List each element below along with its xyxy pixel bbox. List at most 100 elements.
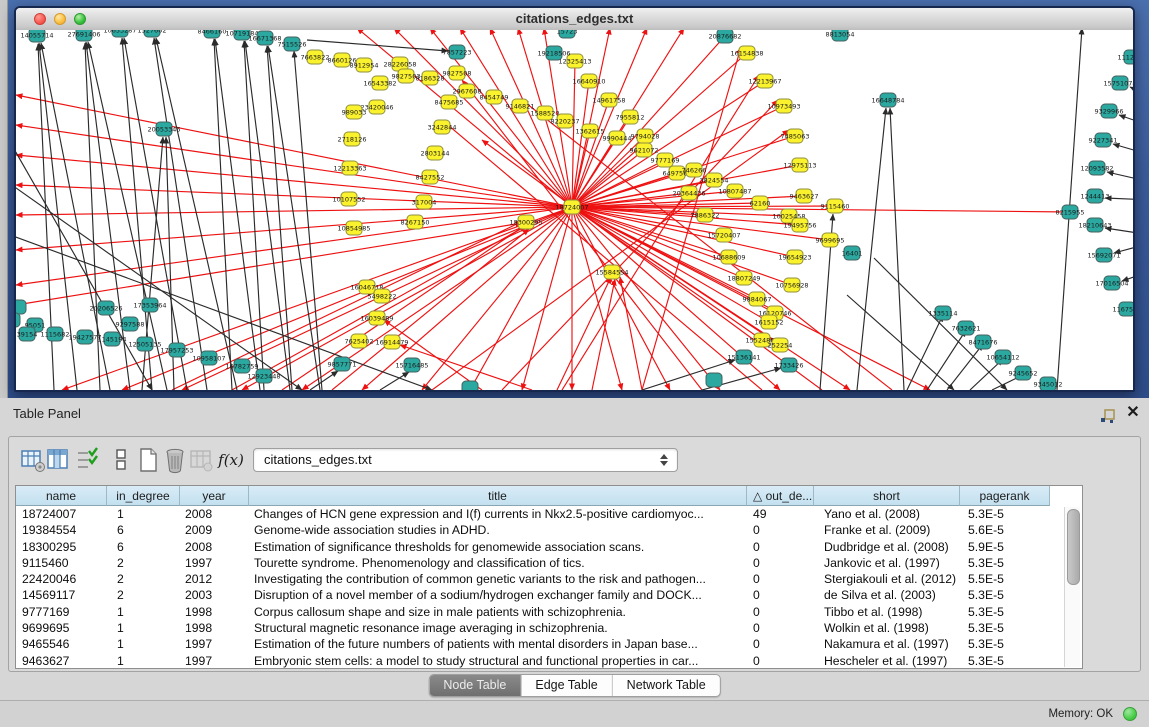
table-row[interactable]: 911546021997Tourette syndrome. Phenomeno… bbox=[16, 555, 1050, 571]
graph-node[interactable]: 2803144 bbox=[421, 146, 450, 160]
graph-node[interactable]: 8471676 bbox=[969, 335, 998, 349]
graph-node[interactable]: 8267150 bbox=[401, 215, 430, 229]
tab-edge-table[interactable]: Edge Table bbox=[521, 675, 612, 696]
graph-node[interactable]: 62160 bbox=[750, 196, 771, 210]
graph-node[interactable]: 10654112 bbox=[986, 350, 1019, 364]
graph-node[interactable]: 17353964 bbox=[133, 298, 166, 312]
graph-node[interactable]: 14961758 bbox=[592, 93, 625, 107]
column-header-out_degree[interactable]: △ out_de... bbox=[747, 486, 814, 506]
graph-node[interactable]: 8813054 bbox=[826, 30, 855, 41]
graph-node[interactable]: 9227341 bbox=[1089, 133, 1118, 147]
table-type-tabs[interactable]: Node TableEdge TableNetwork Table bbox=[428, 674, 720, 697]
float-panel-icon[interactable] bbox=[1100, 408, 1116, 424]
graph-node[interactable]: 16401 bbox=[842, 246, 863, 260]
graph-node[interactable]: 10653287 bbox=[103, 30, 136, 37]
graph-node[interactable]: 1145194 bbox=[98, 332, 127, 346]
import-table-icon[interactable] bbox=[187, 446, 215, 474]
table-row[interactable]: 969969511998Structural magnetic resonanc… bbox=[16, 620, 1050, 636]
table-row[interactable]: 977716911998Corpus callosum shape and si… bbox=[16, 604, 1050, 620]
column-header-in_degree[interactable]: in_degree bbox=[107, 486, 180, 506]
graph-node[interactable]: 8475685 bbox=[435, 95, 464, 109]
tab-node-table[interactable]: Node Table bbox=[429, 675, 521, 696]
graph-node[interactable]: 15751074 bbox=[1103, 76, 1133, 90]
graph-node[interactable]: 9329966 bbox=[1095, 104, 1124, 118]
graph-node[interactable]: 15723 bbox=[557, 30, 578, 38]
table-mode-icon[interactable] bbox=[19, 446, 47, 474]
graph-node[interactable]: 7886322 bbox=[691, 208, 720, 222]
graph-node[interactable]: 18300295 bbox=[509, 215, 542, 229]
table-source-select[interactable]: citations_edges.txt bbox=[253, 448, 678, 472]
column-select-icon[interactable] bbox=[74, 446, 102, 474]
graph-node[interactable]: 9990444 bbox=[603, 131, 632, 145]
graph-node[interactable]: 9297588 bbox=[116, 317, 145, 331]
graph-node[interactable]: 9827508 bbox=[443, 66, 472, 80]
graph-node[interactable]: 7955812 bbox=[616, 110, 645, 124]
column-visibility-icon[interactable] bbox=[44, 446, 72, 474]
graph-node[interactable] bbox=[462, 381, 478, 390]
graph-node[interactable]: 15136141 bbox=[727, 350, 760, 364]
table-row[interactable]: 946554611997Estimation of the future num… bbox=[16, 636, 1050, 652]
table-row[interactable]: 1830029562008Estimation of significance … bbox=[16, 539, 1050, 555]
graph-node[interactable]: 19654923 bbox=[778, 250, 811, 264]
column-header-short[interactable]: short bbox=[814, 486, 960, 506]
table-header-row[interactable]: namein_degreeyeartitle△ out_de...shortpa… bbox=[16, 486, 1050, 506]
table-row[interactable]: 1456911722003Disruption of a novel membe… bbox=[16, 587, 1050, 603]
graph-node[interactable]: 1335114 bbox=[929, 306, 958, 320]
graph-node[interactable]: 9621072 bbox=[630, 143, 659, 157]
graph-node[interactable]: 16640910 bbox=[572, 74, 605, 88]
tab-network-table[interactable]: Network Table bbox=[613, 675, 720, 696]
citation-network-graph[interactable]: 1872400718300295766382286601268912954165… bbox=[16, 30, 1133, 390]
graph-node[interactable]: 17016504 bbox=[1095, 276, 1128, 290]
graph-node[interactable]: 39154 bbox=[17, 327, 38, 341]
graph-node[interactable]: 12975113 bbox=[783, 158, 816, 172]
graph-node[interactable]: 10107552 bbox=[332, 192, 365, 206]
table-row[interactable]: 1872400712008Changes of HCN gene express… bbox=[16, 506, 1050, 522]
graph-node[interactable]: 1527602 bbox=[138, 30, 167, 37]
graph-node[interactable]: 16154838 bbox=[730, 46, 763, 60]
graph-node[interactable]: 7632621 bbox=[952, 321, 981, 335]
graph-node[interactable]: 12505135 bbox=[128, 337, 161, 351]
memory-status-icon[interactable] bbox=[1123, 707, 1137, 721]
graph-node[interactable]: 317004 bbox=[412, 195, 437, 209]
graph-node[interactable]: 9115460 bbox=[821, 199, 850, 213]
graph-node[interactable]: 15692071 bbox=[1087, 248, 1120, 262]
table-row[interactable]: 2242004622012Investigating the contribut… bbox=[16, 571, 1050, 587]
graph-node[interactable] bbox=[706, 373, 722, 387]
graph-node[interactable]: 27691406 bbox=[67, 30, 100, 41]
function-builder-icon[interactable]: f(x) bbox=[217, 446, 245, 474]
vertical-scrollbar[interactable] bbox=[1064, 507, 1080, 667]
graph-node[interactable]: 7625402 bbox=[345, 334, 374, 348]
citation-nodes[interactable]: 1872400718300295766382286601268912954165… bbox=[16, 30, 1133, 390]
graph-node[interactable]: 7485063 bbox=[781, 129, 810, 143]
column-header-name[interactable]: name bbox=[16, 486, 107, 506]
graph-node[interactable]: 9857771 bbox=[328, 357, 357, 371]
graph-node[interactable]: 7515526 bbox=[278, 37, 307, 51]
graph-node[interactable]: 7663822 bbox=[301, 50, 330, 64]
column-header-title[interactable]: title bbox=[249, 486, 747, 506]
graph-node[interactable]: 3242844 bbox=[428, 120, 457, 134]
graph-node[interactable]: 8427552 bbox=[416, 170, 445, 184]
graph-node[interactable]: 10958107 bbox=[192, 351, 225, 365]
graph-node[interactable] bbox=[16, 300, 26, 314]
graph-node[interactable]: 15716485 bbox=[395, 358, 428, 372]
graph-node[interactable]: 2967608 bbox=[453, 84, 482, 98]
graph-node[interactable]: 20876682 bbox=[708, 30, 741, 43]
table-row[interactable]: 946362711997Embryonic stem cells: a mode… bbox=[16, 653, 1050, 669]
graph-node[interactable]: 15720407 bbox=[707, 228, 740, 242]
graph-node[interactable]: 1244413 bbox=[1081, 189, 1110, 203]
graph-node[interactable]: 2718126 bbox=[338, 132, 367, 146]
table-rows[interactable]: 1872400712008Changes of HCN gene express… bbox=[16, 506, 1050, 669]
graph-node[interactable]: 8466160 bbox=[198, 30, 227, 38]
graph-node[interactable]: 1112304 bbox=[1118, 50, 1133, 64]
graph-node[interactable]: 9463627 bbox=[790, 189, 819, 203]
scrollbar-thumb[interactable] bbox=[1067, 509, 1080, 585]
table-row[interactable]: 1938455462009Genome-wide association stu… bbox=[16, 522, 1050, 538]
network-canvas[interactable]: 1872400718300295766382286601268912954165… bbox=[16, 30, 1133, 390]
graph-node[interactable]: 8454749 bbox=[480, 90, 509, 104]
graph-node[interactable]: 10688609 bbox=[712, 250, 745, 264]
graph-node[interactable]: 9794028 bbox=[631, 129, 660, 143]
column-header-pagerank[interactable]: pagerank bbox=[960, 486, 1050, 506]
graph-node[interactable]: 10807487 bbox=[718, 184, 751, 198]
graph-node[interactable]: 1733426 bbox=[775, 358, 804, 372]
graph-node[interactable]: 16648784 bbox=[871, 93, 904, 107]
